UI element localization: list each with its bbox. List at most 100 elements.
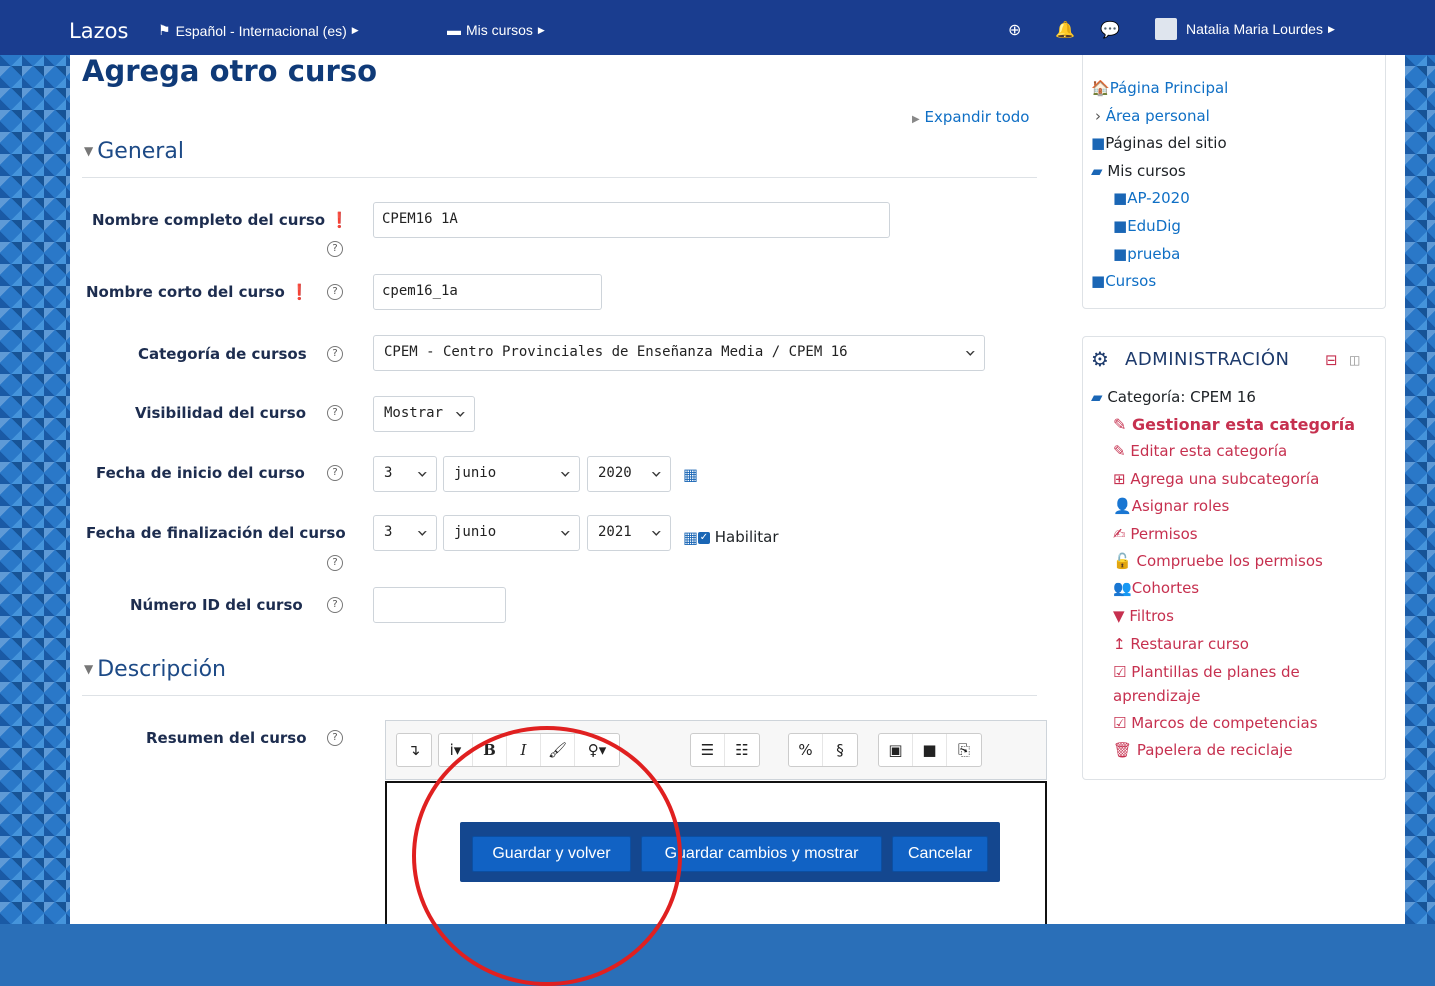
admin-templates-label-1: Plantillas de planes de — [1131, 663, 1300, 681]
video-icon[interactable]: ■ — [913, 734, 947, 766]
checkbox-checked-icon[interactable]: ✓ — [698, 531, 710, 544]
help-icon[interactable]: ? — [327, 555, 343, 571]
admin-cohorts-label: Cohortes — [1131, 579, 1200, 597]
nav-course-1[interactable]: ■AP-2020 — [1113, 189, 1190, 207]
id-number-label: Número ID del curso — [130, 596, 303, 614]
admin-permissions[interactable]: ✍ Permisos — [1113, 525, 1198, 543]
numbered-list-icon[interactable]: ☷ — [725, 734, 759, 766]
nav-courses[interactable]: ■Cursos — [1091, 272, 1156, 290]
flag-icon: ⚑ — [158, 22, 171, 38]
start-day-value: 3 — [384, 465, 393, 481]
course-icon: ■ — [1113, 245, 1128, 263]
nav-site-pages[interactable]: ■Páginas del sitio — [1091, 134, 1227, 152]
admin-check-permissions[interactable]: 🔓 Compruebe los permisos — [1113, 552, 1323, 570]
folder-open-icon: ▰ — [1091, 162, 1103, 180]
start-day-select[interactable]: 3 ⌄ — [373, 456, 437, 492]
enable-end-date[interactable]: ✓ Habilitar — [698, 528, 779, 546]
trash-icon: 🗑 — [1113, 741, 1133, 759]
nav-dashboard[interactable]: › Área personal — [1095, 107, 1210, 125]
link-icon[interactable]: % — [789, 734, 823, 766]
end-year-select[interactable]: 2021 ⌄ — [587, 515, 671, 551]
admin-cohorts[interactable]: 👥Cohortes — [1113, 579, 1199, 597]
admin-restore-course[interactable]: ↥ Restaurar curso — [1113, 635, 1249, 653]
help-icon[interactable]: ? — [327, 730, 343, 746]
admin-assign-roles[interactable]: 👤Asignar roles — [1113, 497, 1229, 515]
course-icon: ■ — [1113, 217, 1128, 235]
caret-right-icon: ▶ — [537, 24, 545, 35]
bullet-list-icon[interactable]: ☰ — [691, 734, 725, 766]
folder-open-icon: ▰ — [1091, 388, 1103, 406]
site-brand[interactable]: Lazos — [69, 19, 128, 43]
admin-edit-category[interactable]: ✎ Editar esta categoría — [1113, 442, 1287, 460]
toolbar-group-media: ▣ ■ ⎘ — [878, 733, 982, 767]
nav-course-2[interactable]: ■EduDig — [1113, 217, 1181, 235]
admin-competency-frameworks[interactable]: ☑ Marcos de competencias — [1113, 714, 1318, 732]
unlink-icon[interactable]: § — [823, 734, 857, 766]
chevron-down-icon: ⌄ — [558, 522, 571, 538]
user-plus-icon: 👤 — [1113, 497, 1132, 515]
calendar-icon[interactable]: ▦ — [683, 528, 698, 547]
admin-add-subcategory[interactable]: ⊞ Agrega una subcategoría — [1113, 470, 1319, 488]
accessibility-icon[interactable]: ⊕ — [1008, 20, 1021, 40]
image-icon[interactable]: ▣ — [879, 734, 913, 766]
cancel-button[interactable]: Cancelar — [892, 836, 988, 872]
category-select[interactable]: CPEM - Centro Provinciales de Enseñanza … — [373, 335, 985, 371]
divider — [82, 177, 1037, 178]
visibility-select[interactable]: Mostrar ⌄ — [373, 396, 475, 432]
admin-recycle-label: Papelera de reciclaje — [1136, 741, 1293, 759]
toolbar-group-collapse: ↴ — [396, 733, 432, 767]
top-navbar: Lazos ⚑ Español - Internacional (es) ▶ ▬ Mi… — [0, 0, 1435, 55]
dock-block-icon[interactable]: ◫ — [1349, 353, 1360, 367]
toolbar-group-lists: ☰ ☷ — [690, 733, 760, 767]
expand-all-link[interactable]: ▶ Expandir todo — [912, 108, 1029, 126]
calendar-icon[interactable]: ▦ — [683, 465, 698, 484]
start-month-select[interactable]: junio ⌄ — [443, 456, 580, 492]
full-name-label-text: Nombre completo del curso — [92, 211, 326, 229]
short-name-label-text: Nombre corto del curso — [86, 283, 285, 301]
start-year-select[interactable]: 2020 ⌄ — [587, 456, 671, 492]
toolbar-toggle-icon[interactable]: ↴ — [397, 734, 431, 766]
manage-files-icon[interactable]: ⎘ — [947, 734, 981, 766]
section-description[interactable]: ▼ Descripción — [84, 657, 226, 682]
full-name-input[interactable]: CPEM16 1A — [373, 202, 890, 238]
nav-home[interactable]: 🏠Página Principal — [1091, 79, 1228, 97]
chevron-down-icon: ⌄ — [415, 522, 428, 538]
help-icon[interactable]: ? — [327, 241, 343, 257]
help-icon[interactable]: ? — [327, 284, 343, 300]
background-pattern-left — [0, 0, 70, 924]
pencil-icon: ✎ — [1113, 415, 1127, 434]
my-courses-menu[interactable]: ▬ Mis cursos ▶ — [447, 22, 545, 38]
short-name-input[interactable]: cpem16_1a — [373, 274, 602, 310]
end-month-value: junio — [454, 524, 497, 540]
nav-course-2-label: EduDig — [1127, 217, 1181, 235]
help-icon[interactable]: ? — [327, 597, 343, 613]
help-icon[interactable]: ? — [327, 465, 343, 481]
user-menu[interactable]: Natalia Maria Lourdes ▶ — [1155, 18, 1335, 40]
nav-my-courses[interactable]: ▰ Mis cursos — [1091, 162, 1186, 180]
admin-filters[interactable]: ▼ Filtros — [1113, 607, 1174, 625]
admin-plan-templates-cont[interactable]: aprendizaje — [1113, 687, 1200, 705]
admin-plan-templates[interactable]: ☑ Plantillas de planes de — [1113, 663, 1300, 681]
nav-course-3[interactable]: ■prueba — [1113, 245, 1180, 263]
language-menu[interactable]: ⚑ Español - Internacional (es) ▶ — [158, 22, 359, 39]
start-date-label: Fecha de inicio del curso — [96, 464, 305, 482]
end-day-select[interactable]: 3 ⌄ — [373, 515, 437, 551]
help-icon[interactable]: ? — [327, 346, 343, 362]
section-general[interactable]: ▼ General — [84, 139, 184, 164]
chat-icon[interactable]: 💬 — [1100, 20, 1120, 40]
admin-recycle-bin[interactable]: 🗑 Papelera de reciclaje — [1113, 741, 1293, 759]
section-description-title: Descripción — [97, 657, 227, 682]
bell-icon[interactable]: 🔔 — [1055, 20, 1075, 40]
admin-category[interactable]: ▰ Categoría: CPEM 16 — [1091, 388, 1256, 406]
admin-manage-category[interactable]: ✎ Gestionar esta categoría — [1113, 415, 1355, 434]
collapse-block-icon[interactable]: ⊟ — [1325, 351, 1338, 369]
id-number-input[interactable] — [373, 587, 506, 623]
start-year-value: 2020 — [598, 465, 632, 481]
unlock-icon: 🔓 — [1113, 552, 1132, 570]
admin-category-label: Categoría: CPEM 16 — [1107, 388, 1256, 406]
nav-course-3-label: prueba — [1127, 245, 1181, 263]
admin-permissions-label: Permisos — [1130, 525, 1198, 543]
help-icon[interactable]: ? — [327, 405, 343, 421]
background-pattern-right — [1405, 0, 1435, 924]
end-month-select[interactable]: junio ⌄ — [443, 515, 580, 551]
